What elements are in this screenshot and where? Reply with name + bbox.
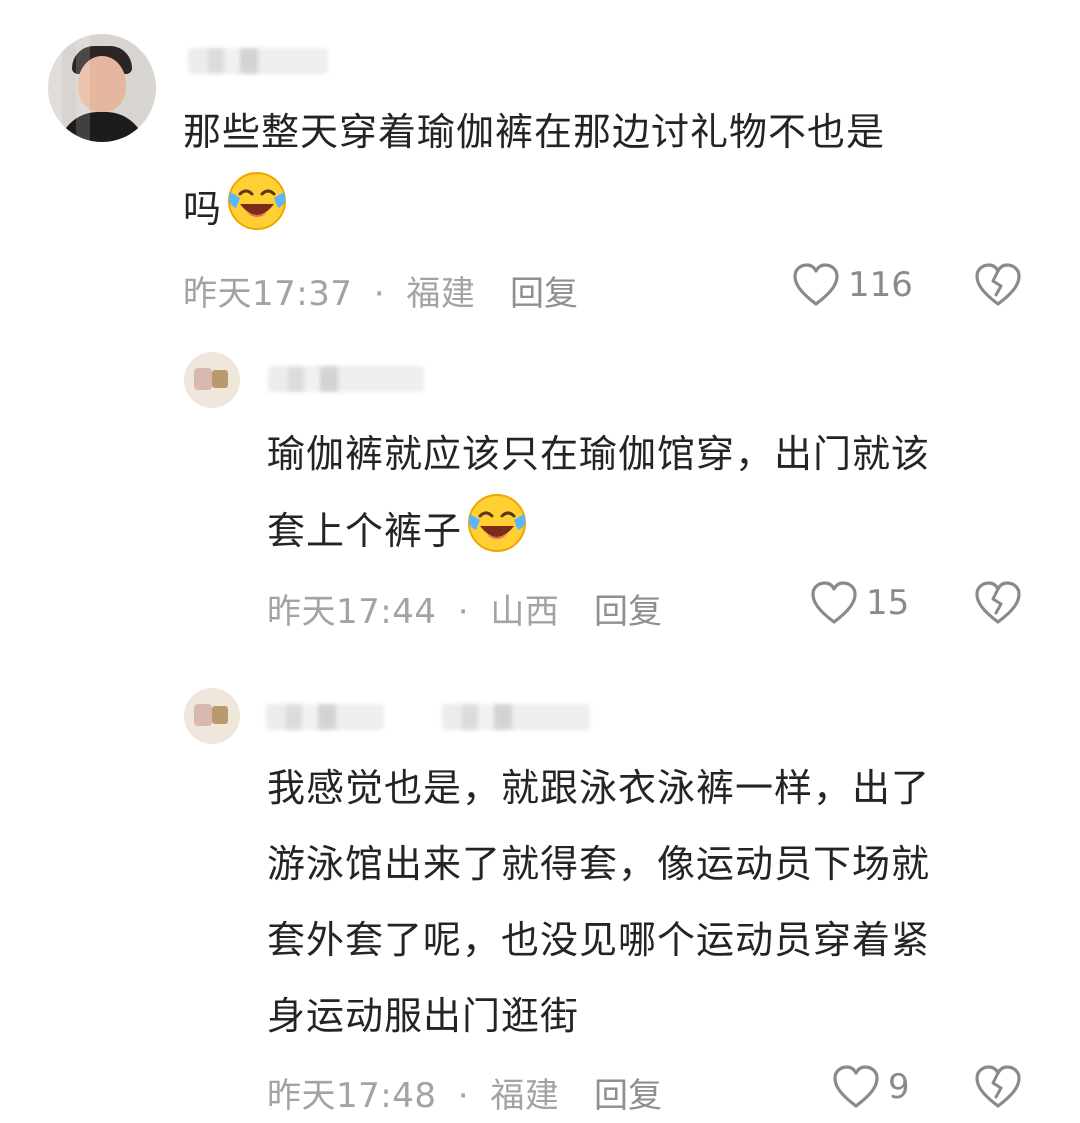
meta-separator: · <box>457 1076 470 1116</box>
username-blurred[interactable] <box>188 48 328 74</box>
reply-target-blurred[interactable] <box>442 704 590 730</box>
heart-outline-icon <box>811 581 857 624</box>
comment-meta: 昨天17:44 · 山西 <box>267 584 559 633</box>
dislike-button[interactable] <box>974 580 1022 630</box>
comment-meta: 昨天17:37 · 福建 <box>183 266 475 315</box>
broken-heart-icon <box>975 1065 1021 1108</box>
comment-text-line: 套外套了呢，也没见哪个运动员穿着紧 <box>267 918 931 962</box>
timestamp: 昨天17:48 <box>267 1076 437 1116</box>
comment-text-line: 套上个裤子 <box>267 492 528 569</box>
location: 福建 <box>490 1076 560 1116</box>
like-button[interactable]: 9 <box>832 1064 910 1110</box>
heart-outline-icon <box>833 1065 879 1108</box>
comment-text-line: 吗 <box>183 170 288 247</box>
like-count: 116 <box>848 265 913 305</box>
comment-text-line: 那些整天穿着瑜伽裤在那边讨礼物不也是 <box>183 110 886 154</box>
like-button[interactable]: 116 <box>792 262 913 308</box>
reply-button[interactable]: 回复 <box>510 266 578 315</box>
reply-button[interactable]: 回复 <box>594 584 662 633</box>
reply-button[interactable]: 回复 <box>594 1068 662 1117</box>
timestamp: 昨天17:44 <box>267 592 437 632</box>
broken-heart-icon <box>975 263 1021 306</box>
comment-text-line: 我感觉也是，就跟泳衣泳裤一样，出了 <box>267 766 931 810</box>
comment-meta: 昨天17:48 · 福建 <box>267 1068 559 1117</box>
avatar[interactable] <box>184 352 240 408</box>
heart-outline-icon <box>793 263 839 306</box>
username-blurred[interactable] <box>268 366 424 392</box>
meta-separator: · <box>373 274 386 314</box>
like-count: 9 <box>888 1067 910 1107</box>
timestamp: 昨天17:37 <box>183 274 353 314</box>
dislike-button[interactable] <box>974 262 1022 312</box>
laughing-crying-emoji-icon <box>226 170 288 232</box>
comment-text-line: 身运动服出门逛街 <box>267 994 580 1038</box>
like-count: 15 <box>866 583 910 623</box>
comment-text-line: 游泳馆出来了就得套，像运动员下场就 <box>267 842 931 886</box>
location: 山西 <box>490 592 560 632</box>
location: 福建 <box>406 274 476 314</box>
username-blurred[interactable] <box>266 704 384 730</box>
laughing-crying-emoji-icon <box>466 492 528 554</box>
meta-separator: · <box>457 592 470 632</box>
avatar[interactable] <box>48 34 156 142</box>
avatar[interactable] <box>184 688 240 744</box>
broken-heart-icon <box>975 581 1021 624</box>
dislike-button[interactable] <box>974 1064 1022 1114</box>
comment-text-line: 瑜伽裤就应该只在瑜伽馆穿，出门就该 <box>267 432 931 476</box>
like-button[interactable]: 15 <box>810 580 909 626</box>
